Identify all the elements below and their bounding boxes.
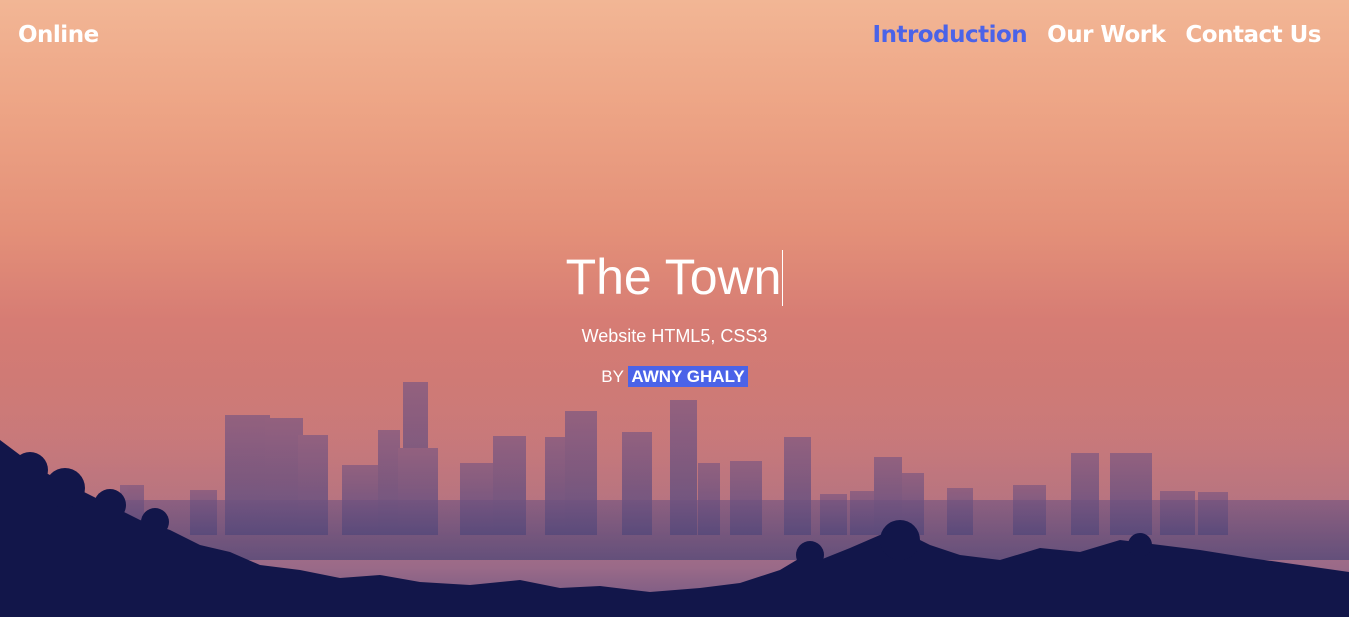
hero-subtitle: Website HTML5, CSS3 (581, 326, 768, 346)
main-nav: Introduction Our Work Contact Us (873, 22, 1322, 48)
nav-link-our-work[interactable]: Our Work (1047, 22, 1166, 48)
nav-link-introduction[interactable]: Introduction (873, 22, 1028, 48)
hero-byline: BY AWNY GHALY (0, 366, 1349, 387)
hero-section (0, 0, 1349, 617)
brand-logo-link[interactable]: Online (18, 22, 99, 48)
hero-title-container: The Town (0, 248, 1349, 306)
author-name: AWNY GHALY (628, 366, 748, 387)
nav-link-contact-us[interactable]: Contact Us (1185, 22, 1321, 48)
hero-title: The Town (565, 249, 782, 305)
hero-title-wrap: The Town (566, 248, 784, 306)
city-skyline-background (0, 380, 1349, 617)
byline-prefix: BY (601, 367, 624, 386)
typing-caret (782, 250, 784, 306)
